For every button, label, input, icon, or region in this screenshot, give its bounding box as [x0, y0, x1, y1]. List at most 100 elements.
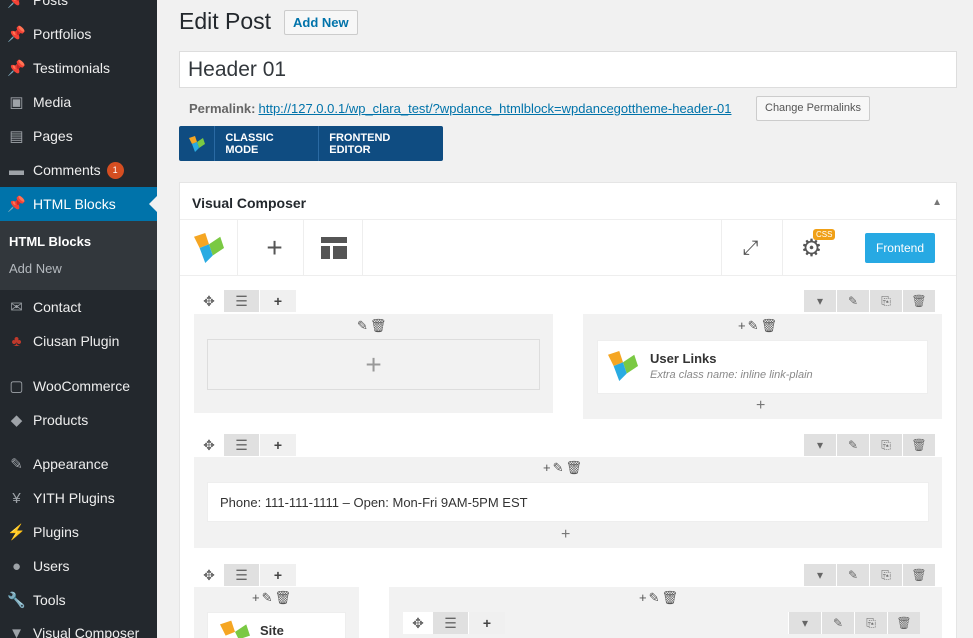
- add-icon[interactable]: +: [543, 460, 551, 476]
- element-title: Site: [260, 623, 284, 638]
- move-handle-icon[interactable]: ✥: [194, 290, 224, 312]
- frontend-button[interactable]: Frontend: [865, 233, 935, 263]
- element-title: User Links: [650, 351, 717, 366]
- collapse-toggle-icon[interactable]: ▲: [932, 197, 942, 208]
- delete-row-icon[interactable]: 🗑: [902, 564, 935, 586]
- edit-column-icon[interactable]: ✎: [262, 590, 273, 606]
- vc-logo-icon: [179, 126, 214, 161]
- sidebar-item-posts[interactable]: 📌 Posts: [0, 0, 157, 17]
- post-title-input[interactable]: Header 01: [179, 51, 957, 88]
- add-column-icon[interactable]: +: [260, 564, 296, 586]
- pin-icon: 📌: [7, 60, 26, 77]
- vc-logo-icon[interactable]: [180, 220, 238, 276]
- classic-mode-button[interactable]: CLASSIC MODE: [214, 126, 318, 161]
- column-box: + ✎ 🗑 ✥ ☰ + ▾ ✎ ⎘ 🗑: [389, 587, 942, 638]
- delete-column-icon[interactable]: 🗑: [662, 590, 679, 606]
- sidebar-item-html-blocks[interactable]: 📌 HTML Blocks: [0, 187, 157, 221]
- edit-row-icon[interactable]: ✎: [836, 564, 869, 586]
- add-icon[interactable]: +: [561, 526, 570, 544]
- move-handle-icon[interactable]: ✥: [194, 434, 224, 456]
- sidebar-item-visual-composer[interactable]: ▼ Visual Composer: [0, 616, 157, 638]
- layout-icon[interactable]: ☰: [224, 564, 260, 586]
- sidebar-item-pages[interactable]: ▤ Pages: [0, 119, 157, 153]
- toggle-row-icon[interactable]: ▾: [788, 612, 821, 634]
- edit-column-icon[interactable]: ✎: [649, 590, 660, 606]
- sidebar-item-yith-plugins[interactable]: ¥ YITH Plugins: [0, 481, 157, 515]
- edit-row-icon[interactable]: ✎: [821, 612, 854, 634]
- vc-icon: ▼: [9, 624, 24, 638]
- edit-row-icon[interactable]: ✎: [836, 290, 869, 312]
- sidebar-item-plugins[interactable]: ⚡ Plugins: [0, 515, 157, 549]
- edit-column-icon[interactable]: ✎: [748, 318, 759, 334]
- media-icon: ▣: [9, 94, 24, 111]
- sidebar-item-products[interactable]: ◆ Products: [0, 403, 157, 437]
- pin-icon: 📌: [7, 196, 26, 213]
- sidebar-item-tools[interactable]: 🔧 Tools: [0, 583, 157, 617]
- sidebar-item-appearance[interactable]: ✎ Appearance: [0, 447, 157, 481]
- delete-column-icon[interactable]: 🗑: [275, 590, 292, 606]
- add-new-button[interactable]: Add New: [284, 10, 358, 35]
- add-column-icon[interactable]: +: [260, 434, 296, 456]
- css-badge: CSS: [813, 229, 836, 240]
- delete-row-icon[interactable]: 🗑: [887, 612, 920, 634]
- clone-row-icon[interactable]: ⎘: [869, 290, 902, 312]
- delete-column-icon[interactable]: 🗑: [566, 460, 583, 476]
- add-element-slot[interactable]: +: [207, 339, 540, 390]
- submenu-item-html-blocks[interactable]: HTML Blocks: [9, 234, 91, 249]
- plugin-icon: ♣: [11, 332, 22, 350]
- delete-row-icon[interactable]: 🗑: [902, 434, 935, 456]
- layout-icon[interactable]: ☰: [224, 290, 260, 312]
- column-box: + ✎ 🗑 Phone: 111-111-1111 – Open: Mon-Fri …: [194, 457, 942, 548]
- add-icon[interactable]: +: [252, 590, 260, 606]
- delete-column-icon[interactable]: 🗑: [761, 318, 778, 334]
- add-icon[interactable]: +: [639, 590, 647, 606]
- add-column-icon[interactable]: +: [260, 290, 296, 312]
- toggle-row-icon[interactable]: ▾: [803, 564, 836, 586]
- clone-row-icon[interactable]: ⎘: [869, 564, 902, 586]
- delete-column-icon[interactable]: 🗑: [370, 318, 387, 334]
- edit-row-icon[interactable]: ✎: [836, 434, 869, 456]
- add-column-icon[interactable]: +: [469, 612, 505, 634]
- layout-icon[interactable]: ☰: [224, 434, 260, 456]
- move-handle-icon[interactable]: ✥: [403, 612, 433, 634]
- add-icon[interactable]: +: [738, 318, 746, 334]
- text-block-element[interactable]: Phone: 111-111-1111 – Open: Mon-Fri 9AM-…: [207, 482, 929, 522]
- column-ops: + ✎ 🗑: [543, 460, 582, 476]
- submenu-item-add-new[interactable]: Add New: [9, 261, 62, 276]
- element-subtitle: Extra class name: inline link-plain: [650, 369, 813, 381]
- phone-text: Phone: 111-111-1111 – Open: Mon-Fri 9AM-…: [220, 495, 528, 510]
- edit-column-icon[interactable]: ✎: [553, 460, 564, 476]
- sidebar-item-woocommerce[interactable]: ▢ WooCommerce: [0, 369, 157, 403]
- move-handle-icon[interactable]: ✥: [194, 564, 224, 586]
- change-permalinks-button[interactable]: Change Permalinks: [756, 96, 870, 121]
- clone-row-icon[interactable]: ⎘: [869, 434, 902, 456]
- layout-icon[interactable]: ☰: [433, 612, 469, 634]
- add-element-icon[interactable]: +: [246, 220, 304, 276]
- add-icon[interactable]: +: [756, 397, 765, 415]
- clone-row-icon[interactable]: ⎘: [854, 612, 887, 634]
- sidebar-item-portfolios[interactable]: 📌 Portfolios: [0, 17, 157, 51]
- sidebar-item-contact[interactable]: ✉ Contact: [0, 290, 157, 324]
- sidebar-item-comments[interactable]: ▬ Comments 1: [0, 153, 157, 187]
- sidebar-item-testimonials[interactable]: 📌 Testimonials: [0, 51, 157, 85]
- sidebar-item-media[interactable]: ▣ Media: [0, 85, 157, 119]
- user-links-element[interactable]: User Links Extra class name: inline link…: [597, 340, 928, 394]
- fullscreen-icon[interactable]: ⤢: [721, 220, 779, 276]
- column-box: + ✎ 🗑 User Links Extra class name: inline …: [583, 314, 942, 419]
- delete-row-icon[interactable]: 🗑: [902, 290, 935, 312]
- pages-icon: ▤: [9, 128, 24, 145]
- site-element[interactable]: Site: [207, 612, 346, 638]
- wrench-icon: 🔧: [7, 592, 26, 609]
- sidebar-item-users[interactable]: ● Users: [0, 549, 157, 583]
- toggle-row-icon[interactable]: ▾: [803, 290, 836, 312]
- sidebar-item-ciusan-plugin[interactable]: ♣ Ciusan Plugin: [0, 324, 157, 358]
- pin-icon: 📌: [7, 0, 26, 9]
- frontend-editor-button[interactable]: FRONTEND EDITOR: [318, 126, 443, 161]
- column-ops: + ✎ 🗑: [738, 318, 777, 334]
- permalink-link[interactable]: http://127.0.0.1/wp_clara_test/?wpdance_…: [258, 101, 731, 116]
- toggle-row-icon[interactable]: ▾: [803, 434, 836, 456]
- admin-sidebar: 📌 Posts 📌 Portfolios 📌 Testimonials ▣ Media …: [0, 0, 157, 638]
- row-controls: ✥ ☰ +: [194, 290, 296, 312]
- templates-icon[interactable]: [305, 220, 363, 276]
- edit-column-icon[interactable]: ✎: [357, 318, 368, 334]
